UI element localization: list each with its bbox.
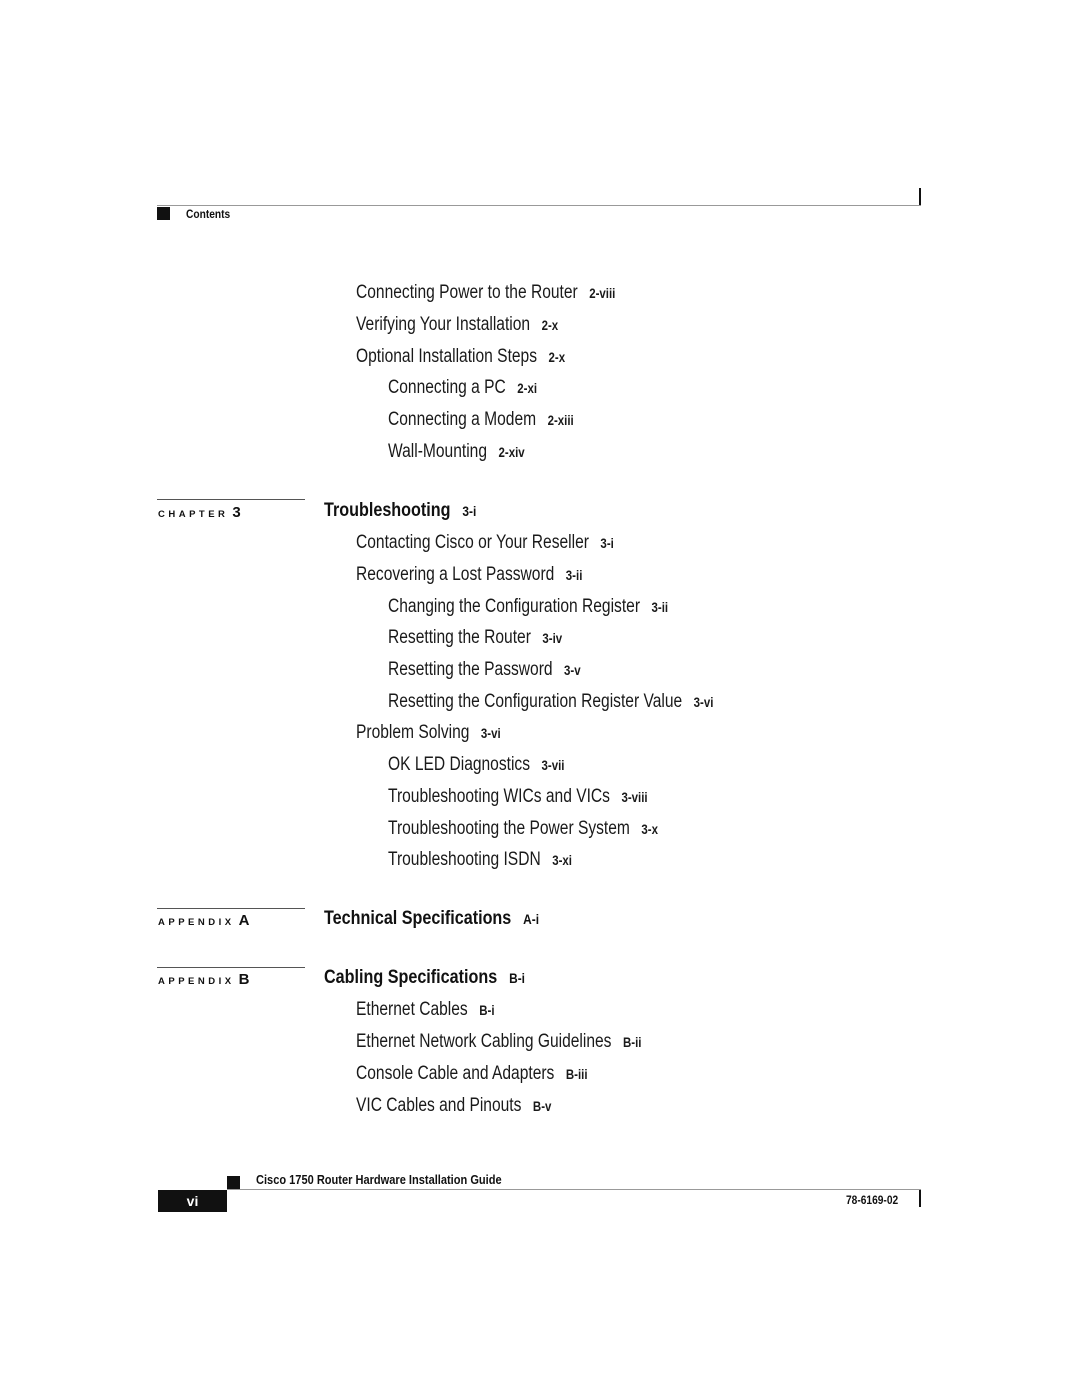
toc-entry[interactable]: Connecting Power to the Router 2-viii (356, 282, 615, 304)
toc-entry[interactable]: Problem Solving 3-vi (356, 722, 501, 744)
toc-entry[interactable]: Recovering a Lost Password 3-ii (356, 564, 582, 586)
toc-entry-title: OK LED Diagnostics (388, 754, 531, 775)
toc-entry[interactable]: Troubleshooting ISDN 3-xi (388, 849, 572, 871)
toc-entry[interactable]: Console Cable and Adapters B-iii (356, 1063, 588, 1085)
toc-entry-title: Connecting a Modem (388, 409, 537, 430)
toc-entry-page: 2-xi (517, 380, 538, 396)
toc-entry-page: B-i (479, 1002, 495, 1018)
toc-entry[interactable]: Resetting the Router 3-iv (388, 627, 562, 649)
toc-entry-page: 3-ii (565, 567, 583, 583)
toc-entry-title: Ethernet Cables (356, 999, 468, 1020)
footer-page-number: vi (158, 1190, 227, 1212)
chapter-3-label: CHAPTER 3 (158, 504, 241, 521)
header-edge-mark (919, 188, 921, 206)
toc-entry[interactable]: OK LED Diagnostics 3-vii (388, 754, 564, 776)
toc-entry-title: Resetting the Password (388, 659, 553, 680)
toc-entry-page: 3-iv (542, 630, 563, 646)
toc-entry[interactable]: Connecting a PC 2-xi (388, 377, 537, 399)
toc-entry-title: Optional Installation Steps (356, 346, 538, 367)
toc-entry[interactable]: Verifying Your Installation 2-x (356, 314, 558, 336)
toc-entry[interactable]: Optional Installation Steps 2-x (356, 346, 565, 368)
toc-entry-title: Contacting Cisco or Your Reseller (356, 532, 589, 553)
toc-entry-page: 2-x (541, 317, 559, 333)
appendix-a-title[interactable]: Technical Specifications A-i (324, 908, 539, 930)
toc-entry-title: Resetting the Configuration Register Val… (388, 691, 683, 712)
toc-entry-title: Verifying Your Installation (356, 314, 531, 335)
toc-entry-page: 3-vi (480, 725, 501, 741)
toc-entry[interactable]: Troubleshooting the Power System 3-x (388, 818, 658, 840)
toc-entry-page: B-i (509, 970, 525, 986)
toc-entry[interactable]: Contacting Cisco or Your Reseller 3-i (356, 532, 614, 554)
footer-guide-title: Cisco 1750 Router Hardware Installation … (256, 1172, 502, 1187)
header-section-label: Contents (186, 207, 231, 221)
toc-entry-page: 3-x (641, 821, 658, 837)
toc-entry[interactable]: Ethernet Network Cabling Guidelines B-ii (356, 1031, 641, 1053)
toc-entry-page: 2-x (548, 349, 566, 365)
toc-entry-page: 3-xi (552, 852, 572, 868)
appendix-a-rule (157, 908, 305, 909)
toc-entry-title: VIC Cables and Pinouts (356, 1095, 522, 1116)
appendix-b-label: APPENDIX B (158, 971, 250, 988)
toc-entry-page: 3-i (462, 503, 477, 519)
toc-entry-page: 3-ii (651, 599, 669, 615)
toc-entry-title: Troubleshooting the Power System (388, 818, 630, 839)
toc-entry-title: Problem Solving (356, 722, 470, 743)
toc-entry-page: 2-viii (589, 285, 616, 301)
toc-entry-page: B-v (532, 1098, 552, 1114)
toc-entry-title: Console Cable and Adapters (356, 1063, 555, 1084)
toc-entry[interactable]: Resetting the Password 3-v (388, 659, 581, 681)
toc-entry[interactable]: Changing the Configuration Register 3-ii (388, 596, 668, 618)
chapter-3-title[interactable]: Troubleshooting 3-i (324, 500, 476, 522)
toc-entry-page: 3-viii (621, 789, 648, 805)
toc-entry-page: 3-vii (541, 757, 565, 773)
footer-square-marker (227, 1176, 240, 1189)
chapter-3-rule (157, 499, 305, 500)
toc-entry-title: Changing the Configuration Register (388, 596, 641, 617)
toc-entry[interactable]: VIC Cables and Pinouts B-v (356, 1095, 551, 1117)
toc-entry-page: B-ii (622, 1034, 642, 1050)
footer-edge-mark (919, 1190, 921, 1207)
toc-entry-title: Connecting a PC (388, 377, 506, 398)
toc-entry-page: A-i (523, 911, 540, 927)
toc-entry-page: 3-v (564, 662, 581, 678)
toc-entry[interactable]: Ethernet Cables B-i (356, 999, 495, 1021)
toc-entry[interactable]: Resetting the Configuration Register Val… (388, 691, 713, 713)
toc-entry[interactable]: Troubleshooting WICs and VICs 3-viii (388, 786, 648, 808)
toc-entry-page: 2-xiii (547, 412, 574, 428)
toc-entry-title: Recovering a Lost Password (356, 564, 555, 585)
toc-entry[interactable]: Wall-Mounting 2-xiv (388, 441, 525, 463)
footer-doc-code: 78-6169-02 (846, 1193, 899, 1207)
appendix-b-rule (157, 967, 305, 968)
toc-entry-title: Connecting Power to the Router (356, 282, 578, 303)
toc-entry-title: Troubleshooting ISDN (388, 849, 541, 870)
header-rule (157, 205, 921, 206)
appendix-b-title[interactable]: Cabling Specifications B-i (324, 967, 525, 989)
toc-entry-page: 2-xiv (498, 444, 525, 460)
toc-entry-title: Troubleshooting WICs and VICs (388, 786, 610, 807)
toc-entry-page: 3-vi (693, 694, 714, 710)
toc-entry[interactable]: Connecting a Modem 2-xiii (388, 409, 574, 431)
appendix-a-label: APPENDIX A (158, 912, 250, 929)
toc-entry-title: Wall-Mounting (388, 441, 488, 462)
toc-entry-page: 3-i (600, 535, 614, 551)
toc-entry-title: Resetting the Router (388, 627, 531, 648)
footer-rule (227, 1189, 921, 1190)
header-square-marker (157, 207, 170, 220)
toc-entry-page: B-iii (565, 1066, 588, 1082)
toc-entry-title: Ethernet Network Cabling Guidelines (356, 1031, 612, 1052)
